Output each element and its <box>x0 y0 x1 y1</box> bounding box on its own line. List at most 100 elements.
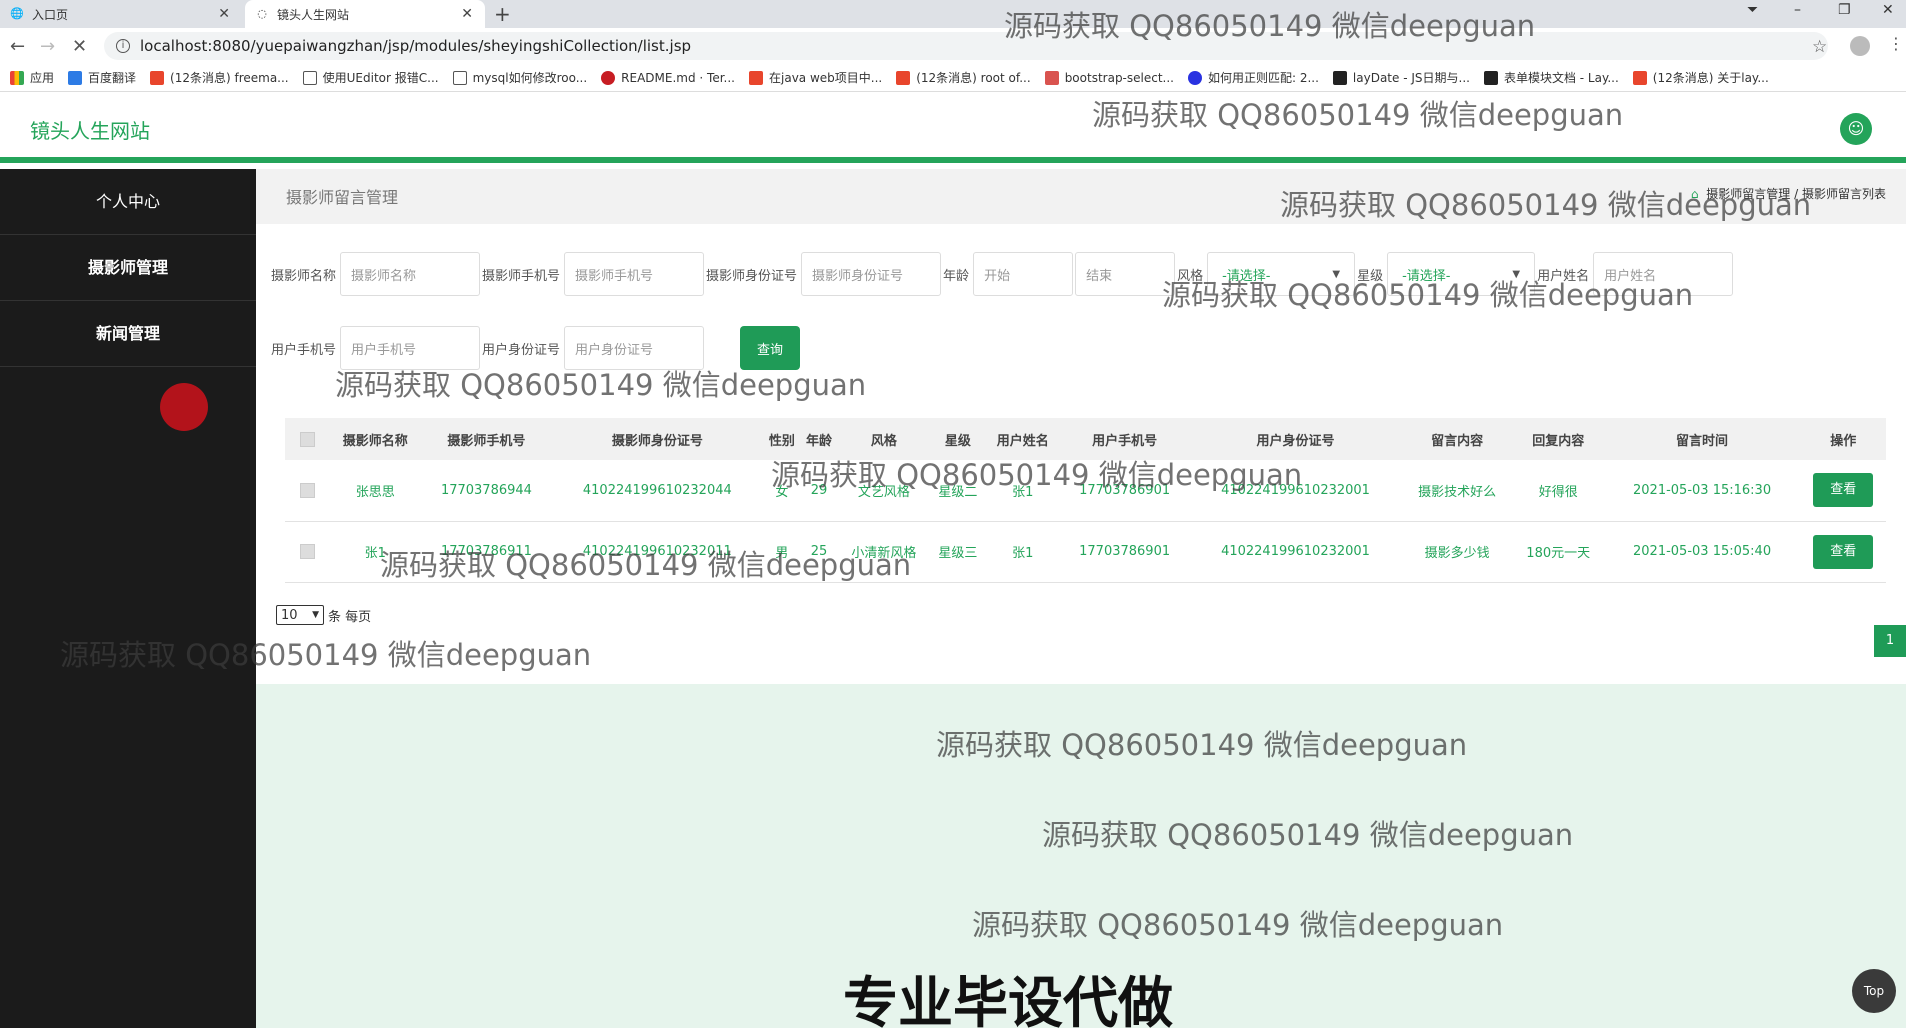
data-table: 摄影师名称 摄影师手机号 摄影师身份证号 性别 年龄 风格 星级 用户姓名 用户… <box>285 418 1886 583</box>
restore-icon[interactable]: ❐ <box>1838 2 1851 18</box>
browser-profile-icon[interactable] <box>1850 36 1870 56</box>
level-select[interactable]: -请选择- ▼ <box>1387 252 1536 296</box>
view-button[interactable]: 查看 <box>1813 473 1874 508</box>
stop-loading-icon[interactable]: ✕ <box>72 36 87 57</box>
user-phone-input[interactable]: 用户手机号 <box>340 326 481 370</box>
table-header-row: 摄影师名称 摄影师手机号 摄影师身份证号 性别 年龄 风格 星级 用户姓名 用户… <box>285 418 1886 460</box>
bookmark-item[interactable]: 表单模块文档 - Lay... <box>1483 69 1619 86</box>
close-tab-icon[interactable]: ✕ <box>461 6 473 22</box>
breadcrumb-item: 摄影师留言列表 <box>1801 187 1886 201</box>
select-all-checkbox[interactable] <box>299 431 315 447</box>
age-start-input[interactable]: 开始 <box>973 252 1074 296</box>
forward-arrow-icon[interactable]: → <box>40 36 55 57</box>
bookmark-item[interactable]: 使用UEditor 报错C... <box>302 69 439 86</box>
table-cell: 2021-05-03 15:05:40 <box>1633 544 1772 559</box>
table-cell: 17703786901 <box>1079 544 1171 559</box>
bookmark-apps[interactable]: 应用 <box>10 69 54 86</box>
chevron-down-icon: ▼ <box>1512 268 1521 280</box>
minimize-icon[interactable]: – <box>1794 2 1801 18</box>
loading-icon: ◌ <box>257 7 267 20</box>
search-button[interactable]: 查询 <box>740 326 801 370</box>
table-cell: 17703786901 <box>1079 482 1171 498</box>
table-cell: 410224199610232011 <box>582 544 732 559</box>
age-end-input[interactable]: 结束 <box>1075 252 1176 296</box>
user-id-input[interactable]: 用户身份证号 <box>564 326 705 370</box>
globe-icon: 🌐 <box>10 7 24 20</box>
row-checkbox[interactable] <box>299 544 315 559</box>
bookmark-item[interactable]: (12条消息) root of... <box>896 69 1031 86</box>
table-cell: 男 <box>775 546 789 561</box>
view-button[interactable]: 查看 <box>1813 534 1874 569</box>
window-close-icon[interactable]: ✕ <box>1882 2 1894 18</box>
browser-menu-icon[interactable]: ⋮ <box>1888 34 1904 53</box>
back-arrow-icon[interactable]: ← <box>10 36 25 57</box>
bookmark-item[interactable]: README.md · Ter... <box>601 70 735 85</box>
bookmarks-bar: 应用 百度翻译 (12条消息) freema... 使用UEditor 报错C.… <box>0 64 1906 92</box>
bookmark-item[interactable]: 如何用正则匹配: 2... <box>1187 69 1319 86</box>
site-brand[interactable]: 镜头人生网站 <box>30 115 150 144</box>
table-cell: 张1 <box>1012 484 1034 500</box>
sidebar: 个人中心 摄影师管理 新闻管理 <box>0 169 256 1028</box>
bookmark-star-icon[interactable]: ☆ <box>1812 37 1827 57</box>
table-cell: 180元一天 <box>1526 546 1591 561</box>
table-cell: 410224199610232001 <box>1221 482 1370 498</box>
table-cell: 好得很 <box>1538 484 1578 500</box>
table-cell: 摄影技术好么 <box>1418 484 1497 500</box>
bookmark-item[interactable]: bootstrap-select... <box>1044 70 1174 85</box>
photographer-phone-input[interactable]: 摄影师手机号 <box>564 252 705 296</box>
user-avatar-icon[interactable]: ☺ <box>1840 113 1872 145</box>
tab-title: 入口页 <box>32 7 69 22</box>
photographer-id-input[interactable]: 摄影师身份证号 <box>801 252 942 296</box>
url-field[interactable]: i localhost:8080/yuepaiwangzhan/jsp/modu… <box>104 32 1828 60</box>
table-cell: 410224199610232044 <box>582 482 732 498</box>
page-size-value: 10 <box>281 607 298 623</box>
bookmark-item[interactable]: (12条消息) 关于lay... <box>1632 69 1769 86</box>
browser-tab-entry[interactable]: 🌐 入口页 ✕ <box>0 0 242 28</box>
info-icon[interactable]: i <box>116 39 130 53</box>
layui-icon <box>1483 70 1498 85</box>
column-header: 用户手机号 <box>1092 433 1158 449</box>
column-header: 摄影师身份证号 <box>611 433 703 449</box>
column-header: 留言内容 <box>1431 433 1484 449</box>
page-size-select[interactable]: 10 ▼ <box>276 605 324 625</box>
style-select[interactable]: -请选择- ▼ <box>1207 252 1356 296</box>
breadcrumb: ⌂ 摄影师留言管理 / 摄影师留言列表 <box>1690 187 1886 201</box>
bookmark-item[interactable]: layDate - JS日期与... <box>1332 69 1470 86</box>
column-header: 风格 <box>870 433 897 449</box>
bookmark-item[interactable]: (12条消息) freema... <box>150 69 289 86</box>
browser-tab-active[interactable]: ◌ 镜头人生网站 ✕ <box>245 0 485 28</box>
tab-search-icon[interactable]: ⏷ <box>1747 2 1758 18</box>
bookmark-item[interactable]: mysql如何修改roo... <box>452 69 587 86</box>
filter-label: 摄影师名称 <box>271 268 337 284</box>
filter-row-1: 摄影师名称 摄影师名称 摄影师手机号 摄影师手机号 摄影师身份证号 摄影师身份证… <box>271 252 1735 296</box>
table-cell: 25 <box>810 544 828 559</box>
new-tab-button[interactable]: + <box>494 2 511 26</box>
table-cell: 张1 <box>1012 546 1034 561</box>
close-tab-icon[interactable]: ✕ <box>218 6 230 22</box>
sidebar-item-personal-center[interactable]: 个人中心 <box>0 169 256 235</box>
chevron-down-icon: ▼ <box>312 610 319 620</box>
table-cell: 张思思 <box>355 484 395 500</box>
layui-icon <box>1332 70 1347 85</box>
photographer-name-input[interactable]: 摄影师名称 <box>340 252 481 296</box>
filter-label: 用户身份证号 <box>482 342 561 358</box>
back-to-top-button[interactable]: Top <box>1852 969 1896 1013</box>
breadcrumb-item[interactable]: 摄影师留言管理 <box>1706 187 1790 201</box>
table-cell: 女 <box>775 484 789 500</box>
page-button-current[interactable]: 1 <box>1874 625 1906 657</box>
table-cell: 17703786944 <box>440 482 532 498</box>
row-checkbox[interactable] <box>299 482 315 498</box>
style-select-value: -请选择- <box>1222 268 1271 284</box>
csdn-icon <box>1632 70 1647 85</box>
user-name-input[interactable]: 用户姓名 <box>1593 252 1734 296</box>
column-header: 摄影师手机号 <box>447 433 526 449</box>
sidebar-item-news-manage[interactable]: 新闻管理 <box>0 301 256 367</box>
column-header: 性别 <box>768 433 795 449</box>
bookmark-item[interactable]: 在java web项目中... <box>749 69 882 86</box>
home-icon[interactable]: ⌂ <box>1691 187 1699 201</box>
sidebar-item-photographer-manage[interactable]: 摄影师管理 <box>0 235 256 301</box>
translate-icon <box>68 70 83 85</box>
filter-label: 年龄 <box>943 268 970 284</box>
apps-grid-icon <box>10 70 24 85</box>
bookmark-item[interactable]: 百度翻译 <box>68 69 136 86</box>
